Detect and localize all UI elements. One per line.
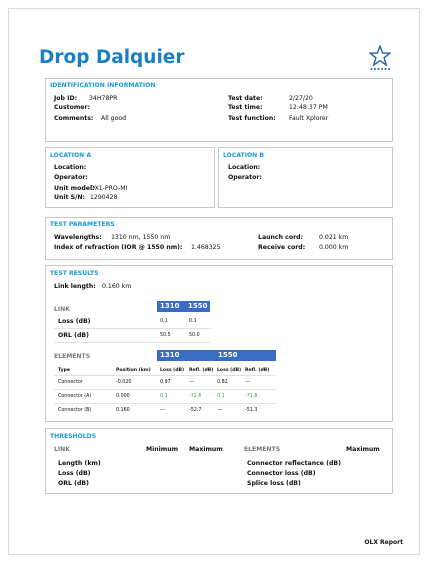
link-wavelength-header: 1310 1550 <box>157 301 210 312</box>
link-length-value: 0.160 km <box>102 283 132 290</box>
unit-sn-label: Unit S/N: <box>54 194 86 201</box>
element-loss-1550: 0.82 <box>217 380 228 385</box>
elements-col-position: Position (km) <box>116 368 151 373</box>
link-row-divider <box>54 328 212 329</box>
element-type: Connector (A) <box>58 394 92 399</box>
element-refl-1310: --- <box>189 380 195 385</box>
element-position: -0.020 <box>116 380 132 385</box>
element-position: 0.000 <box>116 394 130 399</box>
elements-col-loss-1550: Loss (dB) <box>217 368 242 373</box>
link-subheading: LINK <box>54 306 70 313</box>
location-b-heading: LOCATION B <box>223 152 265 159</box>
threshold-orl-label: ORL (dB) <box>58 480 89 487</box>
test-time-value: 12:48:37 PM <box>289 104 328 111</box>
wavelengths-label: Wavelengths: <box>54 234 102 241</box>
threshold-splice-loss-label: Splice loss (dB) <box>247 480 301 487</box>
link-wavelength-1310: 1310 <box>160 302 180 310</box>
thresholds-maximum-header: Maximum <box>189 446 223 453</box>
elements-col-refl-1310: Refl. (dB) <box>189 368 214 373</box>
test-function-label: Test function: <box>228 115 276 122</box>
customer-label: Customer: <box>54 104 91 111</box>
thresholds-heading: THRESHOLDS <box>50 433 97 440</box>
test-results-heading: TEST RESULTS <box>50 270 99 277</box>
threshold-loss-label: Loss (dB) <box>58 470 91 477</box>
threshold-connector-reflectance-label: Connector reflectance (dB) <box>247 460 341 467</box>
element-loss-1550: --- <box>217 408 223 413</box>
test-time-label: Test time: <box>228 104 263 111</box>
comments-value: All good <box>101 115 127 122</box>
elements-subheading: ELEMENTS <box>54 353 91 360</box>
element-position: 0.160 <box>116 408 130 413</box>
element-refl-1310: -52.7 <box>189 408 202 413</box>
element-loss-1310: 0.1 <box>160 394 168 399</box>
threshold-connector-loss-label: Connector loss (dB) <box>247 470 316 477</box>
element-loss-1550: 0.1 <box>217 394 225 399</box>
wavelengths-value: 1310 nm, 1550 nm <box>111 234 171 241</box>
element-type: Connector (B) <box>58 408 92 413</box>
link-loss-1550: 0.1 <box>189 319 197 324</box>
test-date-value: 2/27/20 <box>289 95 313 102</box>
identification-heading: IDENTIFICATION INFORMATION <box>50 82 156 89</box>
receive-cord-value: 0.000 km <box>319 244 349 251</box>
thresholds-elements-heading: ELEMENTS <box>244 446 281 453</box>
threshold-length-label: Length (km) <box>58 460 101 467</box>
thresholds-link-heading: LINK <box>54 446 70 453</box>
element-type: Connector <box>58 380 83 385</box>
elements-wavelength-1550: 1550 <box>218 351 238 359</box>
launch-cord-label: Launch cord: <box>258 234 304 241</box>
element-refl-1550: --- <box>245 380 251 385</box>
thresholds-minimum-header: Minimum <box>146 446 179 453</box>
launch-cord-value: 0.021 km <box>319 234 349 241</box>
element-refl-1550: -71.8 <box>245 394 258 399</box>
element-loss-1310: 0.97 <box>160 380 171 385</box>
test-parameters-heading: TEST PARAMETERS <box>50 221 115 228</box>
report-title: Drop Dalquier <box>39 47 185 68</box>
link-orl-1550: 50.0 <box>189 333 200 338</box>
job-id-value: 34H78PR <box>89 95 118 102</box>
link-orl-1310: 50.5 <box>160 333 171 338</box>
link-loss-1310: 0.1 <box>160 319 168 324</box>
location-a-heading: LOCATION A <box>50 152 92 159</box>
elements-col-loss-1310: Loss (dB) <box>160 368 185 373</box>
element-refl-1310: -72.6 <box>189 394 202 399</box>
unit-model-label: Unit model: <box>54 185 95 192</box>
elements-wavelength-header: 1310 1550 <box>157 350 276 361</box>
test-function-value: Fault Xplorer <box>289 115 329 122</box>
test-date-label: Test date: <box>228 95 263 102</box>
elements-header-divider <box>54 375 276 376</box>
location-a-operator-label: Operator: <box>54 174 88 181</box>
location-b-operator-label: Operator: <box>228 174 262 181</box>
elements-wavelength-1310: 1310 <box>160 351 180 359</box>
element-refl-1550: -51.3 <box>245 408 258 413</box>
element-loss-1310: --- <box>160 408 166 413</box>
unit-model-value: OX1-PRO-MI <box>90 185 128 192</box>
comments-label: Comments: <box>54 115 94 122</box>
link-loss-label: Loss (dB) <box>58 318 91 325</box>
link-row-divider <box>54 342 212 343</box>
receive-cord-label: Receive cord: <box>258 244 306 251</box>
job-id-label: Job ID: <box>54 95 78 102</box>
ior-label: Index of refraction (IOR @ 1550 nm): <box>54 244 183 251</box>
star-icon <box>369 45 391 70</box>
unit-sn-value: 1290428 <box>90 194 118 201</box>
ior-value: 1.468325 <box>191 244 221 251</box>
link-orl-label: ORL (dB) <box>58 332 89 339</box>
report-footer: OLX Report <box>364 539 403 546</box>
location-a-location-label: Location: <box>54 164 87 171</box>
thresholds-elements-maximum-header: Maximum <box>346 446 380 453</box>
elements-row-divider <box>54 403 276 404</box>
elements-row-divider <box>54 389 276 390</box>
link-wavelength-1550: 1550 <box>188 302 208 310</box>
link-length-label: Link length: <box>54 283 96 290</box>
elements-col-refl-1550: Refl. (dB) <box>245 368 270 373</box>
elements-col-type: Type <box>58 368 70 373</box>
location-b-location-label: Location: <box>228 164 261 171</box>
